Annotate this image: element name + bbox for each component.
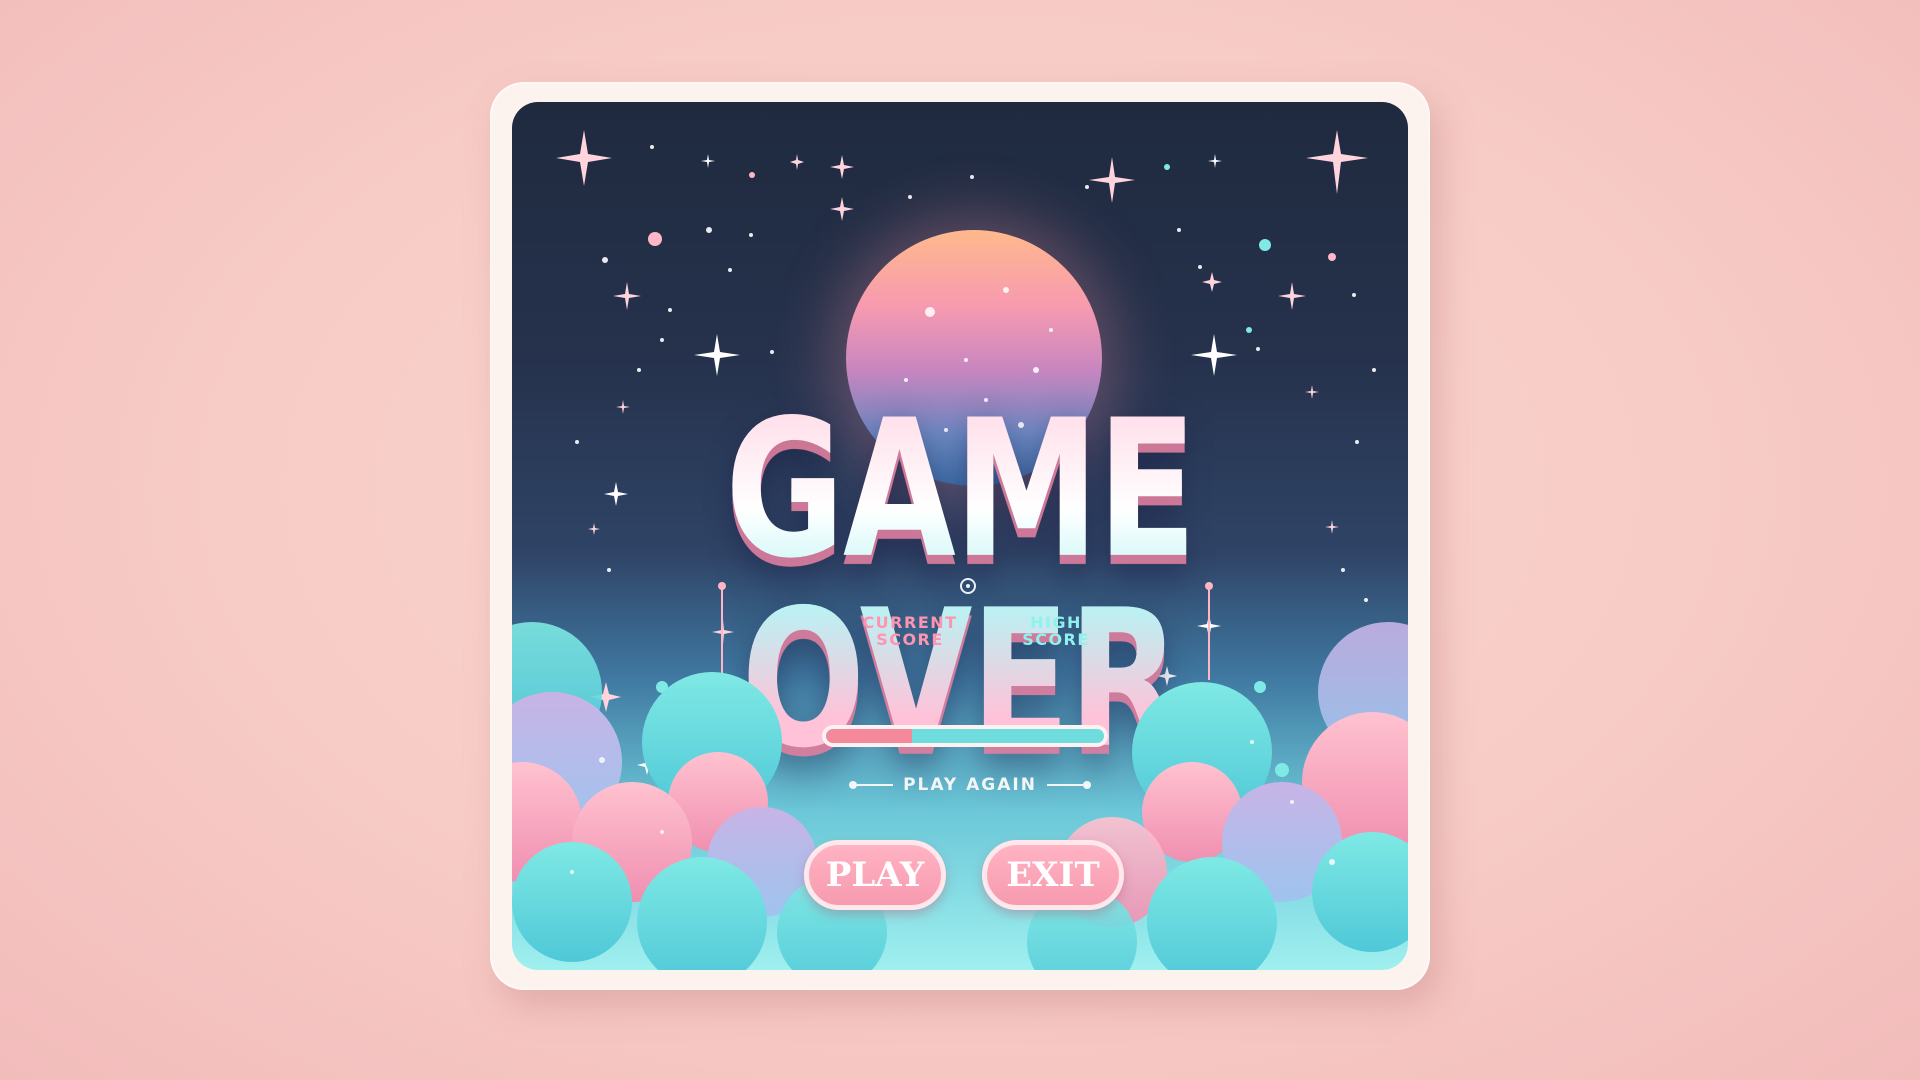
sparkle-star-icon [1202,272,1222,292]
sparkle-star-icon [694,334,740,376]
dot-icon [849,781,858,789]
play-again-label: PLAY AGAIN [903,775,1037,795]
game-screen: GAME OVER CURRENT SCORE HIGH SCORE PLAY … [512,102,1408,970]
sparkle-star-icon [613,282,641,310]
sparkle-star-icon [830,197,854,221]
sparkle-star-icon [701,154,715,168]
play-button[interactable]: PLAY [804,840,946,910]
dot-icon [1082,781,1091,789]
exit-button[interactable]: EXIT [982,840,1124,910]
sparkle-star-icon [1208,154,1222,168]
sparkle-star-icon [1278,282,1306,310]
progress-track [826,729,1104,743]
game-over-panel: GAME OVER CURRENT SCORE HIGH SCORE PLAY … [490,82,1430,990]
play-again-link[interactable]: PLAY AGAIN [849,770,1091,800]
sparkle-star-icon [1191,334,1237,376]
current-score-label: CURRENT SCORE [862,613,958,649]
sparkle-star-icon [1089,157,1135,203]
sparkle-star-icon [556,130,612,186]
divider-line [1046,784,1083,786]
sparkle-star-icon [790,154,804,170]
high-score-label: HIGH SCORE [1022,613,1090,649]
divider-line [857,784,894,786]
progress-bar [822,725,1108,747]
progress-fill [826,729,913,743]
sparkle-star-icon [1306,130,1368,194]
circle-dot-icon [960,578,976,594]
sparkle-star-icon [830,155,854,179]
